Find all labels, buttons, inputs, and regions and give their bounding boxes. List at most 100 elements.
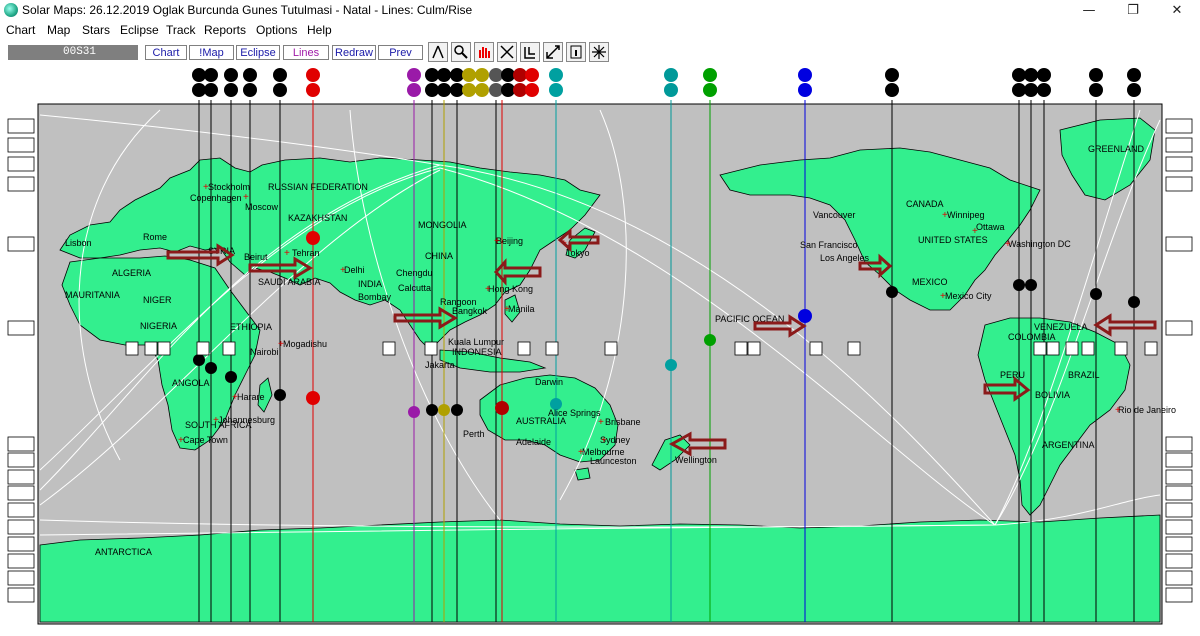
- node-blue-glyph-top: [798, 68, 812, 97]
- country-label: NIGERIA: [140, 321, 177, 331]
- svg-text:+: +: [203, 182, 209, 193]
- right-glyph-7: [1165, 436, 1193, 452]
- city-label: Rome: [143, 232, 167, 242]
- node-glyph-top-2: [450, 68, 464, 97]
- saturn-glyph-top-2: [489, 68, 503, 97]
- menu-chart[interactable]: Chart: [6, 23, 35, 37]
- level-icon[interactable]: [520, 42, 540, 62]
- menu-map[interactable]: Map: [47, 23, 70, 37]
- svg-text:+: +: [942, 210, 948, 221]
- city-label: Perth: [463, 429, 485, 439]
- right-glyph-3: [1165, 156, 1193, 172]
- city-label: Alice Springs: [548, 408, 601, 418]
- cross-arrows-icon[interactable]: [543, 42, 563, 62]
- country-label: MONGOLIA: [418, 220, 467, 230]
- menu-stars[interactable]: Stars: [82, 23, 110, 37]
- menu-eclipse[interactable]: Eclipse: [120, 23, 159, 37]
- menu-options[interactable]: Options: [256, 23, 297, 37]
- close-icon[interactable]: ✕: [1154, 0, 1200, 22]
- svg-text:+: +: [972, 226, 978, 237]
- right-glyph-9: [1165, 469, 1193, 485]
- country-label: CHINA: [425, 251, 453, 261]
- mars-marker-2: [306, 391, 320, 405]
- asc-glyph-top-5: [1089, 68, 1103, 97]
- minimize-icon[interactable]: —: [1066, 0, 1112, 22]
- city-label: San Francisco: [800, 240, 858, 250]
- zoom-icon[interactable]: [451, 42, 471, 62]
- asc-marker-2: [1013, 279, 1025, 291]
- left-glyph-3: [7, 156, 35, 172]
- node-marker: [798, 309, 812, 323]
- map-area[interactable]: RUSSIAN FEDERATION KAZAKHSTAN MONGOLIA C…: [0, 62, 1200, 636]
- svg-text:+: +: [504, 304, 510, 315]
- city-label: Adelaide: [516, 437, 551, 447]
- city-label: Tehran: [292, 248, 320, 258]
- city-label: Lisbon: [65, 238, 92, 248]
- lines-button[interactable]: Lines: [283, 45, 329, 60]
- left-glyph-4: [7, 176, 35, 192]
- menu-track[interactable]: Track: [166, 23, 196, 37]
- neptune-glyph-top: [549, 68, 563, 97]
- right-glyph-8: [1165, 452, 1193, 468]
- mars-glyph-top-3: [525, 68, 539, 97]
- city-label: Manila: [508, 304, 535, 314]
- svg-text:+: +: [243, 192, 249, 203]
- jupiter-glyph-top-2: [462, 68, 476, 97]
- city-label: Wellington: [675, 455, 717, 465]
- city-label: Launceston: [590, 456, 637, 466]
- crossed-tool-icon[interactable]: [497, 42, 517, 62]
- redraw-button[interactable]: Redraw: [332, 45, 376, 60]
- city-label: Washington DC: [1008, 239, 1071, 249]
- left-glyph-10: [7, 485, 35, 501]
- country-label: ETHIOPIA: [230, 322, 272, 332]
- saturn-marker: [274, 389, 286, 401]
- city-label: Bangkok: [452, 306, 488, 316]
- right-glyph-16: [1165, 587, 1193, 603]
- city-label: Kuala Lumpur: [448, 337, 504, 347]
- city-label: Bombay: [358, 292, 392, 302]
- svg-text:+: +: [232, 392, 238, 403]
- map-button[interactable]: !Map: [189, 45, 234, 60]
- svg-text:+: +: [601, 435, 607, 446]
- city-label: Mexico City: [945, 291, 992, 301]
- city-label: Moscow: [245, 202, 279, 212]
- country-label: BRAZIL: [1068, 370, 1100, 380]
- title-bar: Solar Maps: 26.12.2019 Oglak Burcunda Gu…: [0, 0, 1200, 22]
- jupiter-marker: [438, 404, 450, 416]
- left-glyph-11: [7, 502, 35, 518]
- world-map[interactable]: RUSSIAN FEDERATION KAZAKHSTAN MONGOLIA C…: [0, 62, 1200, 636]
- crosshair-icon[interactable]: [589, 42, 609, 62]
- city-label: Mogadishu: [283, 339, 327, 349]
- restore-icon[interactable]: ❐: [1110, 0, 1156, 22]
- city-label: Vancouver: [813, 210, 855, 220]
- svg-text:+: +: [284, 248, 290, 259]
- country-label: INDONESIA: [452, 347, 502, 357]
- info-icon[interactable]: [566, 42, 586, 62]
- city-label: Jakarta: [425, 360, 455, 370]
- asc-marker-5: [1128, 296, 1140, 308]
- right-glyph-5: [1165, 236, 1193, 252]
- right-glyph-10: [1165, 485, 1193, 501]
- node-glyph-top-3: [501, 68, 515, 97]
- country-label: ARGENTINA: [1042, 440, 1095, 450]
- city-label: Beijing: [496, 236, 523, 246]
- city-label: Darwin: [535, 377, 563, 387]
- svg-text:+: +: [278, 339, 284, 350]
- pointer-icon[interactable]: [428, 42, 448, 62]
- city-label: Delhi: [344, 265, 365, 275]
- menu-help[interactable]: Help: [307, 23, 332, 37]
- top-glyphs: [192, 68, 1141, 97]
- svg-text:+: +: [485, 284, 491, 295]
- chiron-glyph-top: [243, 68, 257, 97]
- uranus-glyph-top: [664, 68, 678, 97]
- chart-button[interactable]: Chart: [145, 45, 187, 60]
- asc-glyph-top-3: [1024, 68, 1038, 97]
- app-icon: [4, 3, 18, 17]
- eclipse-button[interactable]: Eclipse: [236, 45, 280, 60]
- menu-reports[interactable]: Reports: [204, 23, 246, 37]
- prev-button[interactable]: Prev: [378, 45, 423, 60]
- sun-glyph-top: [192, 68, 206, 97]
- jupiter-glyph-top: [437, 68, 451, 97]
- hand-icon[interactable]: [474, 42, 494, 62]
- asc-marker-4: [1090, 288, 1102, 300]
